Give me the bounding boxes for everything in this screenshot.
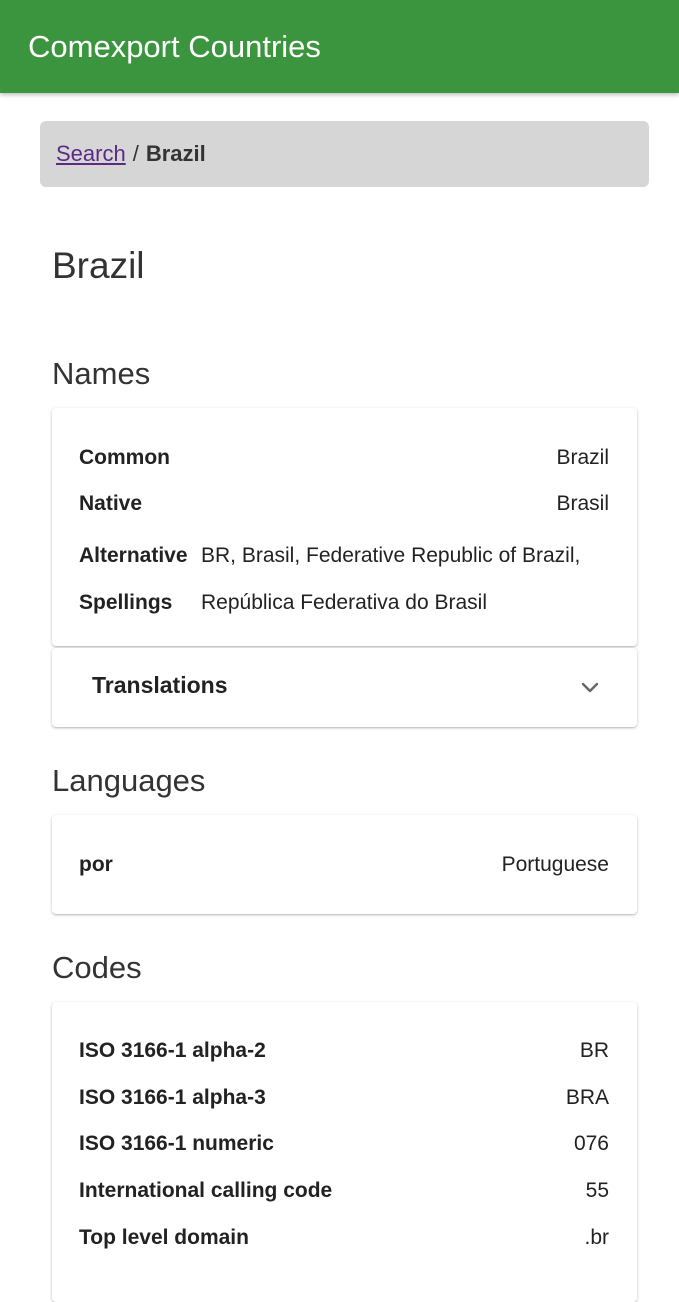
names-alternative-value-line1: BR, Brasil, Federative Republic of Brazi… <box>201 544 581 567</box>
code-value: BRA <box>565 1086 609 1109</box>
names-heading: Names <box>52 356 151 391</box>
language-code: por <box>79 853 113 876</box>
language-name: Portuguese <box>501 853 609 876</box>
code-label: ISO 3166-1 numeric <box>79 1132 274 1155</box>
names-common-label: Common <box>79 446 170 469</box>
names-alternative-label: Alternative Spellings <box>79 532 201 626</box>
code-label: ISO 3166-1 alpha-2 <box>79 1039 266 1062</box>
code-row-numeric: ISO 3166-1 numeric 076 <box>79 1129 609 1159</box>
names-common-value: Brazil <box>556 446 609 469</box>
code-row-tld: Top level domain .br <box>79 1223 609 1253</box>
breadcrumb: Search / Brazil <box>40 121 649 187</box>
languages-heading: Languages <box>52 763 206 798</box>
translations-label: Translations <box>92 672 228 698</box>
names-common-row: Common Brazil <box>79 443 609 473</box>
breadcrumb-current: Brazil <box>145 141 206 166</box>
code-row-alpha2: ISO 3166-1 alpha-2 BR <box>79 1036 609 1066</box>
code-value: 55 <box>585 1179 609 1202</box>
code-row-alpha3: ISO 3166-1 alpha-3 BRA <box>79 1083 609 1113</box>
translations-toggle[interactable]: Translations <box>52 648 637 728</box>
code-value: .br <box>584 1226 609 1249</box>
names-native-row: Native Brasil <box>79 489 609 519</box>
language-row: por Portuguese <box>79 850 609 880</box>
breadcrumb-separator: / <box>132 141 139 166</box>
translations-accordion: Translations <box>52 648 637 727</box>
code-value: 076 <box>573 1132 609 1155</box>
code-label: International calling code <box>79 1179 333 1202</box>
code-row-calling-code: International calling code 55 <box>79 1176 609 1206</box>
codes-heading: Codes <box>52 950 142 985</box>
names-card: Common Brazil Native Brasil Alternative … <box>52 408 637 646</box>
names-alternative-label-line1: Alternative <box>79 544 188 567</box>
names-alternative-value: BR, Brasil, Federative Republic of Brazi… <box>201 532 580 626</box>
names-native-label: Native <box>79 492 143 515</box>
app-bar: Comexport Countries <box>0 0 679 93</box>
names-alternative-label-line2: Spellings <box>79 591 173 614</box>
code-label: Top level domain <box>79 1226 249 1249</box>
code-value: BR <box>579 1039 609 1062</box>
names-alternative-value-line2: República Federativa do Brasil <box>201 591 487 614</box>
app-title: Comexport Countries <box>28 29 321 64</box>
names-native-value: Brasil <box>556 492 609 515</box>
chevron-down-icon <box>581 682 599 693</box>
code-label: ISO 3166-1 alpha-3 <box>79 1086 266 1109</box>
names-alternative-row: Alternative Spellings BR, Brasil, Federa… <box>79 532 609 626</box>
breadcrumb-search-link[interactable]: Search <box>56 141 126 167</box>
languages-card: por Portuguese <box>52 815 637 914</box>
page-title: Brazil <box>52 245 145 286</box>
codes-card: ISO 3166-1 alpha-2 BR ISO 3166-1 alpha-3… <box>52 1002 637 1302</box>
